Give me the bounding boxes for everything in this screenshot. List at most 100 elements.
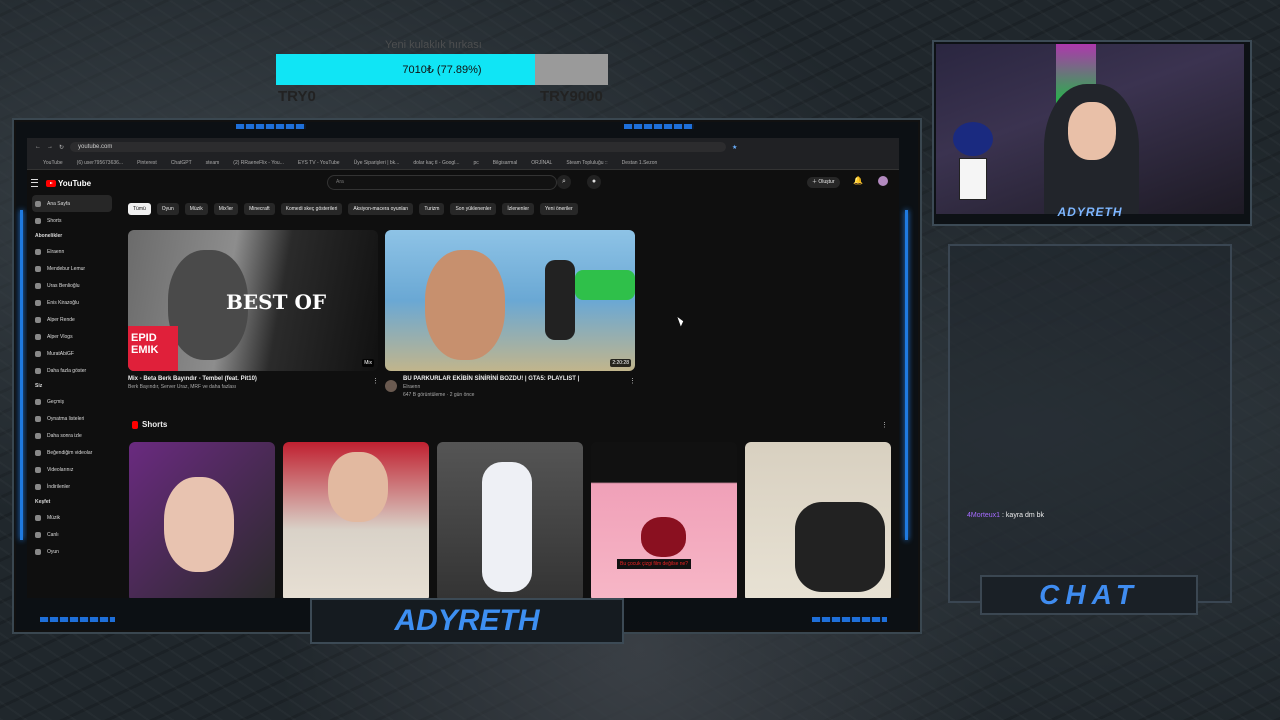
- video-card[interactable]: 2:20:28 BU PARKURLAR EKİBİN SİNİRİNİ BOZ…: [385, 230, 636, 398]
- bookmark-item[interactable]: Bilgisarmal: [493, 160, 517, 166]
- sidebar-item-label: Mendebur Lemur: [47, 265, 86, 272]
- sidebar-item[interactable]: Beğendiğim videolar: [27, 444, 117, 461]
- mascot-figure: [950, 122, 996, 210]
- filter-chip[interactable]: Oyun: [156, 203, 179, 215]
- bookmark-item[interactable]: Steam Topluluğu ::: [566, 160, 607, 166]
- bookmark-item[interactable]: ORJİNAL: [531, 160, 552, 166]
- back-icon[interactable]: ←: [35, 144, 41, 150]
- bookmark-item[interactable]: ChatGPT: [171, 160, 192, 166]
- video-channel[interactable]: Elraenn: [403, 384, 635, 390]
- bookmark-item[interactable]: pc: [473, 160, 478, 166]
- sidebar-item-label: Videolarınız: [47, 466, 74, 473]
- bell-icon[interactable]: 🔔: [853, 176, 863, 185]
- mic-icon[interactable]: ●: [587, 175, 601, 189]
- sidebar-item-icon: [35, 449, 41, 456]
- sidebar-item[interactable]: Daha sonra izle: [27, 427, 117, 444]
- short-figure: [328, 452, 388, 522]
- sidebar-item[interactable]: Alper Rende: [27, 311, 117, 328]
- sidebar-item[interactable]: Enis Kirazoğlu: [27, 294, 117, 311]
- video-thumbnail[interactable]: BEST OF EPID EMIK Mix: [128, 230, 378, 371]
- filter-chip[interactable]: Aksiyon-macera oyunları: [348, 203, 414, 215]
- sidebar-item[interactable]: İndirilenler: [27, 478, 117, 495]
- forward-icon[interactable]: →: [47, 144, 53, 150]
- video-card[interactable]: BEST OF EPID EMIK Mix Mix - Beta Berk Ba…: [128, 230, 379, 390]
- bookmark-item[interactable]: Destan 1.Sezon: [622, 160, 658, 166]
- more-icon[interactable]: ⋮: [881, 421, 888, 429]
- address-bar[interactable]: youtube.com: [70, 142, 727, 152]
- video-title[interactable]: Mix - Beta Berk Bayındır - Tembel (feat.…: [128, 376, 378, 382]
- short-figure: [641, 517, 686, 557]
- filter-chip[interactable]: İzlenenler: [502, 203, 535, 215]
- frame-accent: [624, 124, 694, 129]
- filter-chip[interactable]: Tümü: [128, 203, 151, 215]
- sidebar-item[interactable]: Geçmiş: [27, 393, 117, 410]
- sidebar-item[interactable]: MuratAbiGF: [27, 345, 117, 362]
- sidebar-item-icon: [35, 333, 41, 340]
- short-card[interactable]: Bu çocuk çizgi film değilse ne?: [591, 442, 737, 598]
- sidebar-item-icon: [35, 265, 41, 272]
- sidebar-item[interactable]: Ana Sayfa: [32, 195, 112, 212]
- bookmark-item[interactable]: EYS TV - YouTube: [298, 160, 340, 166]
- sidebar-item-label: Enis Kirazoğlu: [47, 299, 79, 306]
- menu-icon[interactable]: [31, 179, 38, 187]
- more-icon[interactable]: ⋮: [372, 377, 379, 385]
- bookmark-item[interactable]: dolar kaç tl - Googl...: [413, 160, 459, 166]
- filter-chip[interactable]: Son yüklenenler: [450, 203, 497, 215]
- sidebar-item[interactable]: Canlı: [27, 526, 117, 543]
- bookmark-item[interactable]: YouTube: [43, 160, 63, 166]
- sidebar-item[interactable]: Elraenn: [27, 243, 117, 260]
- sidebar-item-icon: [35, 316, 41, 323]
- short-card[interactable]: [437, 442, 583, 598]
- avatar[interactable]: [878, 176, 888, 186]
- filter-chip[interactable]: Minecraft: [244, 203, 275, 215]
- sidebar-item-label: MuratAbiGF: [47, 350, 74, 357]
- sidebar-section-title[interactable]: Siz: [27, 379, 117, 393]
- filter-chip[interactable]: Yeni öneriler: [540, 203, 578, 215]
- sidebar-item[interactable]: Uras Benlioğlu: [27, 277, 117, 294]
- sidebar-item[interactable]: Oynatma listeleri: [27, 410, 117, 427]
- sidebar-item-label: Alper Rende: [47, 316, 75, 323]
- thumbnail-figure: [545, 260, 575, 340]
- short-figure: [482, 462, 532, 592]
- create-button[interactable]: ＋ Oluştur: [807, 177, 840, 188]
- channel-avatar[interactable]: [385, 380, 397, 392]
- youtube-logo[interactable]: YouTube: [46, 179, 91, 188]
- filter-chip[interactable]: Müzik: [184, 203, 208, 215]
- sidebar-item[interactable]: Alper Vlogs: [27, 328, 117, 345]
- search-icon[interactable]: ⌕: [557, 175, 571, 189]
- youtube-header: YouTube Ara ⌕ ● ＋ Oluştur 🔔: [27, 170, 899, 196]
- sidebar-section-title[interactable]: Abonelikler: [27, 229, 117, 243]
- bookmark-item[interactable]: Pinterest: [137, 160, 157, 166]
- filter-chip[interactable]: Komedi skeç gösterileri: [280, 203, 343, 215]
- sidebar-item[interactable]: Mendebur Lemur: [27, 260, 117, 277]
- sidebar-item-label: Geçmiş: [47, 398, 64, 405]
- video-thumbnail[interactable]: 2:20:28: [385, 230, 635, 371]
- sidebar-item-label: Alper Vlogs: [47, 333, 73, 340]
- short-figure: [795, 502, 885, 592]
- sidebar-section-title[interactable]: Keşfet: [27, 495, 117, 509]
- bookmarks-bar: YouTube (6) user795673636... Pinterest Chat…: [27, 156, 899, 170]
- short-card[interactable]: [129, 442, 275, 598]
- reload-icon[interactable]: ↻: [59, 144, 64, 151]
- sidebar-item[interactable]: Müzik: [27, 509, 117, 526]
- sidebar-item-label: Oyun: [47, 548, 59, 555]
- bookmark-item[interactable]: steam: [206, 160, 220, 166]
- bookmark-item[interactable]: Üye Siparişleri | bk...: [354, 160, 400, 166]
- sidebar-item-label: Shorts: [47, 217, 62, 224]
- search-input[interactable]: Ara: [327, 175, 557, 190]
- sidebar-item[interactable]: Oyun: [27, 543, 117, 560]
- sidebar-item[interactable]: Videolarınız: [27, 461, 117, 478]
- filter-chip[interactable]: Turizm: [419, 203, 445, 215]
- bookmark-item[interactable]: (6) user795673636...: [77, 160, 123, 166]
- sidebar-item[interactable]: Daha fazla göster: [27, 362, 117, 379]
- more-icon[interactable]: ⋮: [629, 377, 636, 385]
- thumbnail-car: [575, 270, 635, 300]
- filter-chip[interactable]: Mix'ler: [213, 203, 239, 215]
- short-card[interactable]: [283, 442, 429, 598]
- star-icon[interactable]: ★: [732, 144, 737, 151]
- webcam-name-tag: ADYRETH: [1057, 205, 1123, 219]
- bookmark-item[interactable]: (2) RRaeneFlix - You...: [233, 160, 284, 166]
- short-card[interactable]: [745, 442, 891, 598]
- video-title[interactable]: BU PARKURLAR EKİBİN SİNİRİNİ BOZDU! | GT…: [403, 376, 635, 382]
- sidebar-item[interactable]: Shorts: [27, 212, 117, 229]
